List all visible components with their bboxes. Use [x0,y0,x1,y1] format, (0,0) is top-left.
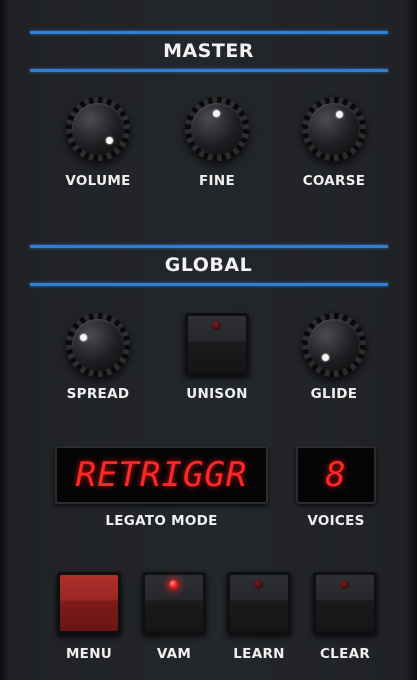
fine-label: FINE [199,173,235,189]
global-title: GLOBAL [164,254,253,276]
led-icon [169,580,178,589]
divider-line [30,31,388,34]
vam-label: VAM [156,646,192,662]
led-icon [212,321,221,330]
knob-indicator-icon [80,334,87,341]
menu-label: MENU [65,646,113,662]
unison-button[interactable] [185,313,249,375]
menu-button[interactable] [57,572,121,634]
knob-indicator-icon [336,111,343,118]
knob-indicator-icon [213,110,220,117]
led-icon [340,580,349,589]
coarse-knob[interactable] [302,97,366,161]
unison-label: UNISON [186,386,248,402]
spread-label: SPREAD [66,386,130,402]
coarse-label: COARSE [302,173,366,189]
knob-indicator-icon [322,354,329,361]
clear-label: CLEAR [319,646,371,662]
divider-line [30,245,388,248]
spread-knob[interactable] [66,313,130,377]
divider-line [30,283,388,286]
glide-label: GLIDE [310,386,358,402]
learn-label: LEARN [233,646,285,662]
glide-knob[interactable] [302,313,366,377]
voices-display[interactable]: 8 [296,446,376,504]
divider-line [30,69,388,72]
led-icon [254,580,263,589]
vam-button[interactable] [142,572,206,634]
legato-mode-label: LEGATO MODE [105,513,218,529]
learn-button[interactable] [227,572,291,634]
master-title: MASTER [163,40,254,62]
voices-value: 8 [325,455,347,495]
voices-label: VOICES [307,513,365,529]
fine-knob[interactable] [185,97,249,161]
volume-label: VOLUME [65,173,131,189]
legato-mode-value: RETRIGGR [75,455,248,495]
knob-indicator-icon [106,137,113,144]
volume-knob[interactable] [66,97,130,161]
legato-mode-display[interactable]: RETRIGGR [55,446,268,504]
clear-button[interactable] [313,572,377,634]
